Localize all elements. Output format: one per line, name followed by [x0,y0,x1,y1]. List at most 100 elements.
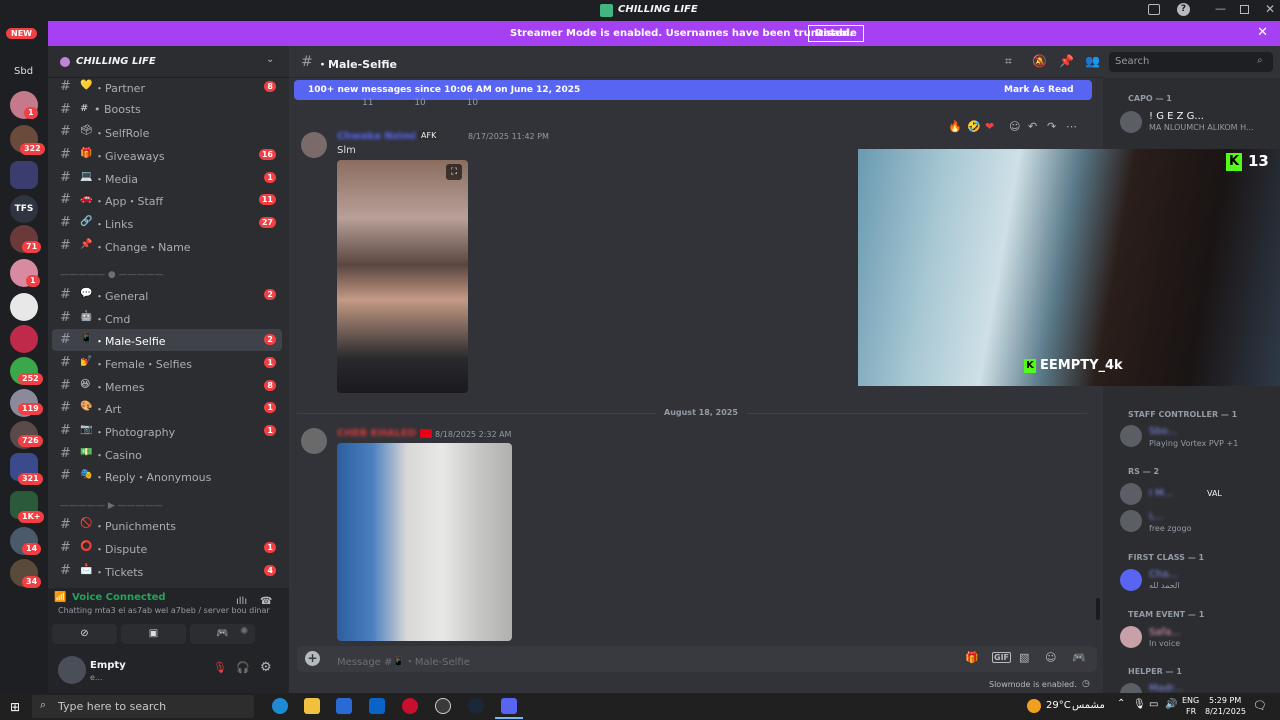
chevron-down-icon[interactable]: ⌄ [266,54,274,65]
mic-icon[interactable]: 🎙 [1133,699,1146,710]
channel-item-female-selfies[interactable]: # 💅 ・Female・Selfies 1 [52,352,282,374]
channel-item-male-selfie[interactable]: # 📱 ・Male-Selfie 2 [52,329,282,351]
avatar[interactable] [1120,425,1142,447]
emoji-icon[interactable]: ☺ [1045,651,1056,664]
screen-share-button[interactable]: ▣ [121,624,186,644]
mute-icon[interactable]: 🎙 [213,661,227,674]
apps-icon[interactable]: 🎮 [1072,651,1086,664]
lang-primary[interactable]: ENG [1182,696,1199,705]
user-name[interactable]: Empty [90,660,126,671]
gif-icon[interactable]: GIF [992,652,1012,663]
channel-item-punichments[interactable]: # 🚫 ・Punichments [52,514,282,536]
weather-temp[interactable]: 29°C [1046,700,1071,711]
clock-time[interactable]: 5:29 PM [1209,696,1241,705]
noise-suppression-icon[interactable]: ıllı [236,596,247,607]
avatar[interactable] [1120,510,1142,532]
scrollbar[interactable] [1096,598,1100,620]
reply-icon[interactable]: ↶ [1028,120,1037,133]
forward-icon[interactable]: ↷ [1047,120,1056,133]
taskbar-search[interactable]: ⌕ Type here to search [32,695,254,718]
new-messages-bar[interactable]: 100+ new messages since 10:06 AM on June… [294,80,1092,100]
channel-item-change-name[interactable]: # 📌 ・Change・Name [52,235,282,257]
channel-item-giveaways[interactable]: # 🎁 ・Giveaways 16 [52,144,282,166]
avatar[interactable] [1120,111,1142,133]
channel-item-cmd[interactable]: # 🤖 ・Cmd [52,307,282,329]
channel-item-reply-anonymous[interactable]: # 🎭 ・Reply・Anonymous [52,465,282,487]
channel-item-tickets[interactable]: # 📩 ・Tickets 4 [52,560,282,582]
inbox-icon[interactable] [1148,4,1160,15]
member-name[interactable]: Sbo... [1149,426,1177,437]
server-icon[interactable] [10,325,38,353]
avatar[interactable] [1120,569,1142,591]
maximize-icon[interactable] [1240,5,1249,14]
windows-start-icon[interactable]: ⊞ [10,700,20,714]
add-reaction-icon[interactable]: ☺ [1009,120,1020,133]
avatar[interactable] [301,132,327,158]
new-badge[interactable]: NEW [6,28,37,39]
add-attachment-icon[interactable]: + [305,651,320,666]
channel-item-app-staff[interactable]: # 🚗 ・App・Staff 11 [52,189,282,211]
edge-icon[interactable] [272,698,288,714]
channel-item-memes[interactable]: # 😆 ・Memes 8 [52,375,282,397]
file-explorer-icon[interactable] [304,698,320,714]
camera-off-button[interactable]: ⊘ [52,624,117,644]
disconnect-icon[interactable]: ☎ [260,596,272,607]
reaction-count[interactable]: 10 [414,98,425,108]
server-icon[interactable] [10,293,38,321]
channel-item-partner[interactable]: # 💛 ・Partner 8 [52,76,282,98]
pin-icon[interactable]: 📌 [1059,54,1074,68]
server-header[interactable]: CHILLING LIFE ⌄ [48,46,289,78]
sticker-icon[interactable]: ▧ [1019,651,1029,664]
deafen-icon[interactable]: 🎧 [236,661,250,674]
weather-icon[interactable] [1027,699,1041,713]
volume-icon[interactable]: 🔊 [1165,699,1177,710]
search-input[interactable]: Search [1109,52,1273,72]
help-icon[interactable]: ? [1177,3,1190,16]
channel-item-boosts[interactable]: # # • Boosts [52,99,282,121]
tray-chevron-icon[interactable]: ⌃ [1117,698,1125,709]
member-list-icon[interactable]: 👥 [1085,54,1100,68]
category-separator[interactable]: ————— ● ————— [60,270,164,280]
avatar[interactable] [58,656,86,684]
store-icon[interactable] [336,698,352,714]
gift-icon[interactable]: 🎁 [965,651,979,664]
laugh-reaction-icon[interactable]: 🤣 [967,120,981,133]
outlook-icon[interactable] [369,698,385,714]
channel-item-media[interactable]: # 💻 ・Media 1 [52,167,282,189]
network-icon[interactable]: ▭ [1149,699,1158,710]
message-author[interactable]: CHEB KHALED [337,428,416,439]
channel-item-art[interactable]: # 🎨 ・Art 1 [52,397,282,419]
channel-item-general[interactable]: # 💬 ・General 2 [52,284,282,306]
server-icon-tfs[interactable]: TFS [10,195,38,223]
reaction-count[interactable]: 11 [362,98,373,108]
channel-item-dispute[interactable]: # ⭕ ・Dispute 1 [52,537,282,559]
message-input[interactable]: Message #📱・Male-Selfie [337,653,470,668]
avatar[interactable] [301,428,327,454]
soundboard-icon[interactable]: ✺ [240,626,248,637]
threads-icon[interactable]: ⌗ [1005,54,1012,69]
channel-item-photography[interactable]: # 📷 ・Photography 1 [52,420,282,442]
heart-reaction-icon[interactable]: ❤ [985,120,994,133]
discord-icon[interactable] [501,698,517,714]
member-name[interactable]: I M... [1149,488,1173,499]
selfie-image[interactable] [337,160,468,393]
gear-icon[interactable]: ⚙ [260,660,272,675]
message-author[interactable]: Chwaka Nzimi [337,131,416,142]
notifications-icon[interactable]: 🗨 [1253,699,1267,712]
notification-bell-icon[interactable]: 🔕 [1032,54,1047,68]
fire-reaction-icon[interactable]: 🔥 [948,120,962,133]
voice-channel-name[interactable]: Chatting mta3 el as7ab wel a7beb / serve… [58,606,270,615]
channel-item-links[interactable]: # 🔗 ・Links 27 [52,212,282,234]
obs-icon[interactable] [435,698,451,714]
disable-button[interactable]: Disable [808,25,864,42]
reaction-count[interactable]: 10 [467,98,478,108]
member-name[interactable]: ! G E Z G... [1149,111,1204,122]
image-expand-icon[interactable]: ⛶ [446,164,462,180]
member-name[interactable]: Safa... [1149,627,1181,638]
avatar[interactable] [1120,626,1142,648]
selfie-image[interactable] [337,443,512,641]
member-name[interactable]: L... [1149,511,1164,522]
mark-as-read-button[interactable]: Mark As Read [1004,85,1074,95]
category-separator[interactable]: ————— ▶ ————— [60,501,163,511]
minimize-icon[interactable]: — [1215,2,1226,15]
